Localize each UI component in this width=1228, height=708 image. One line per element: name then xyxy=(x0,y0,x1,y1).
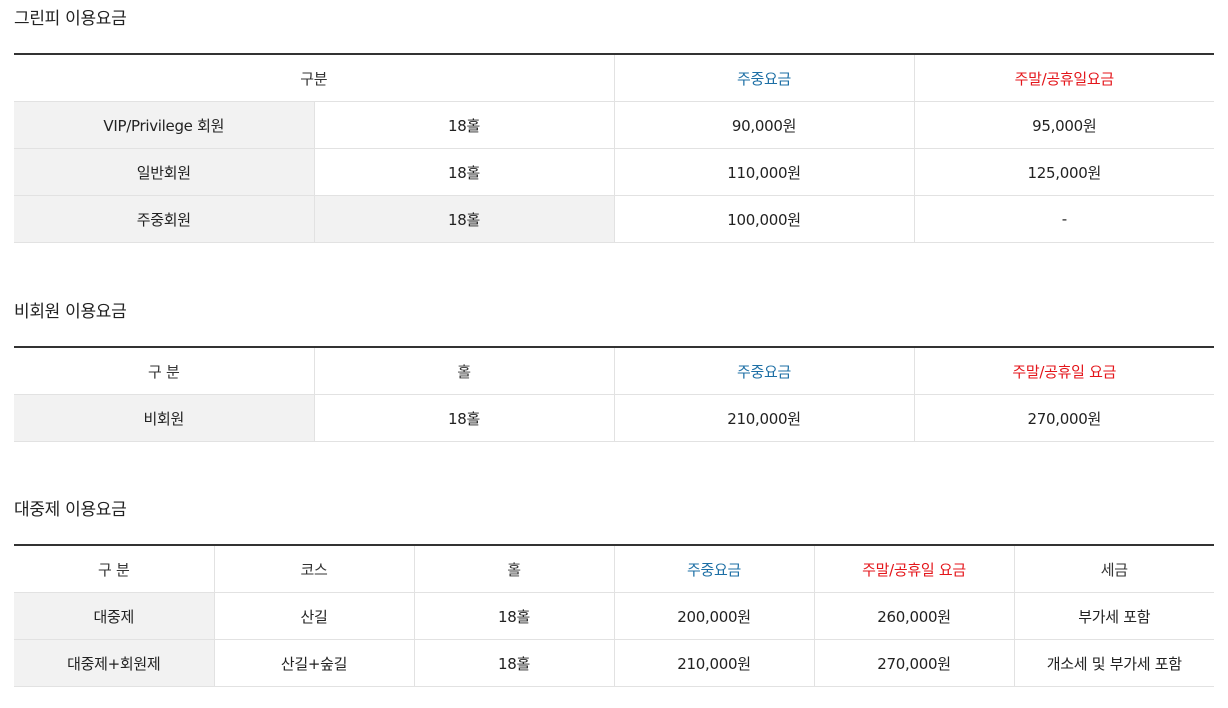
nonmember-section-title: 비회원 이용요금 xyxy=(14,302,127,322)
holes-cell: 18홀 xyxy=(413,639,614,687)
member-type-cell: 주중회원 xyxy=(14,195,314,243)
header-category: 구분 xyxy=(14,54,615,102)
weekday-fee-cell: 110,000원 xyxy=(613,148,915,196)
nonmember-table: 구 분 홀 주중요금 주말/공휴일 요금 비회원 18홀 210,000원 27… xyxy=(14,346,1214,442)
member-type-cell: 일반회원 xyxy=(14,148,314,196)
greenfee-table: 구분 주중요금 주말/공휴일요금 VIP/Privilege 회원 18홀 90… xyxy=(14,53,1215,243)
tax-cell: 부가세 포함 xyxy=(1013,592,1214,640)
table-row: VIP/Privilege 회원 18홀 90,000원 95,000원 xyxy=(14,101,1215,149)
table-header-row: 구 분 코스 홀 주중요금 주말/공휴일 요금 세금 xyxy=(14,545,1214,593)
table-header-row: 구분 주중요금 주말/공휴일요금 xyxy=(14,54,1215,102)
header-weekday-fee: 주중요금 xyxy=(613,545,814,593)
header-weekend-fee: 주말/공휴일 요금 xyxy=(813,545,1014,593)
header-tax: 세금 xyxy=(1013,545,1214,593)
course-cell: 산길+숲길 xyxy=(213,639,414,687)
category-cell: 대중제+회원제 xyxy=(14,639,214,687)
table-row: 대중제+회원제 산길+숲길 18홀 210,000원 270,000원 개소세 … xyxy=(14,639,1214,687)
weekend-fee-cell: 260,000원 xyxy=(813,592,1014,640)
table-row: 주중회원 18홀 100,000원 - xyxy=(14,195,1215,243)
header-course: 코스 xyxy=(213,545,414,593)
weekend-fee-cell: 95,000원 xyxy=(913,101,1215,149)
header-category: 구 분 xyxy=(14,545,214,593)
public-table: 구 분 코스 홀 주중요금 주말/공휴일 요금 세금 대중제 산길 18홀 20… xyxy=(14,544,1214,687)
holes-cell: 18홀 xyxy=(313,394,614,442)
holes-cell: 18홀 xyxy=(313,148,615,196)
member-type-cell: VIP/Privilege 회원 xyxy=(14,101,314,149)
category-cell: 대중제 xyxy=(14,592,214,640)
weekend-fee-cell: 270,000원 xyxy=(913,394,1214,442)
weekday-fee-cell: 100,000원 xyxy=(613,195,915,243)
table-row: 비회원 18홀 210,000원 270,000원 xyxy=(14,394,1214,442)
table-row: 대중제 산길 18홀 200,000원 260,000원 부가세 포함 xyxy=(14,592,1214,640)
holes-cell: 18홀 xyxy=(313,195,615,243)
weekday-fee-cell: 210,000원 xyxy=(613,639,814,687)
weekend-fee-cell: 125,000원 xyxy=(913,148,1215,196)
header-holes: 홀 xyxy=(413,545,614,593)
weekday-fee-cell: 90,000원 xyxy=(613,101,915,149)
header-category: 구 분 xyxy=(14,347,314,395)
greenfee-section-title: 그린피 이용요금 xyxy=(14,9,127,29)
weekday-fee-cell: 200,000원 xyxy=(613,592,814,640)
header-weekend-fee: 주말/공휴일요금 xyxy=(913,54,1215,102)
header-holes: 홀 xyxy=(313,347,614,395)
header-weekday-fee: 주중요금 xyxy=(613,347,914,395)
weekend-fee-cell: - xyxy=(913,195,1215,243)
header-weekend-fee: 주말/공휴일 요금 xyxy=(913,347,1214,395)
holes-cell: 18홀 xyxy=(413,592,614,640)
weekday-fee-cell: 210,000원 xyxy=(613,394,914,442)
table-header-row: 구 분 홀 주중요금 주말/공휴일 요금 xyxy=(14,347,1214,395)
member-type-cell: 비회원 xyxy=(14,394,314,442)
tax-cell: 개소세 및 부가세 포함 xyxy=(1013,639,1214,687)
course-cell: 산길 xyxy=(213,592,414,640)
public-section-title: 대중제 이용요금 xyxy=(14,500,127,520)
header-weekday-fee: 주중요금 xyxy=(613,54,915,102)
holes-cell: 18홀 xyxy=(313,101,615,149)
table-row: 일반회원 18홀 110,000원 125,000원 xyxy=(14,148,1215,196)
weekend-fee-cell: 270,000원 xyxy=(813,639,1014,687)
